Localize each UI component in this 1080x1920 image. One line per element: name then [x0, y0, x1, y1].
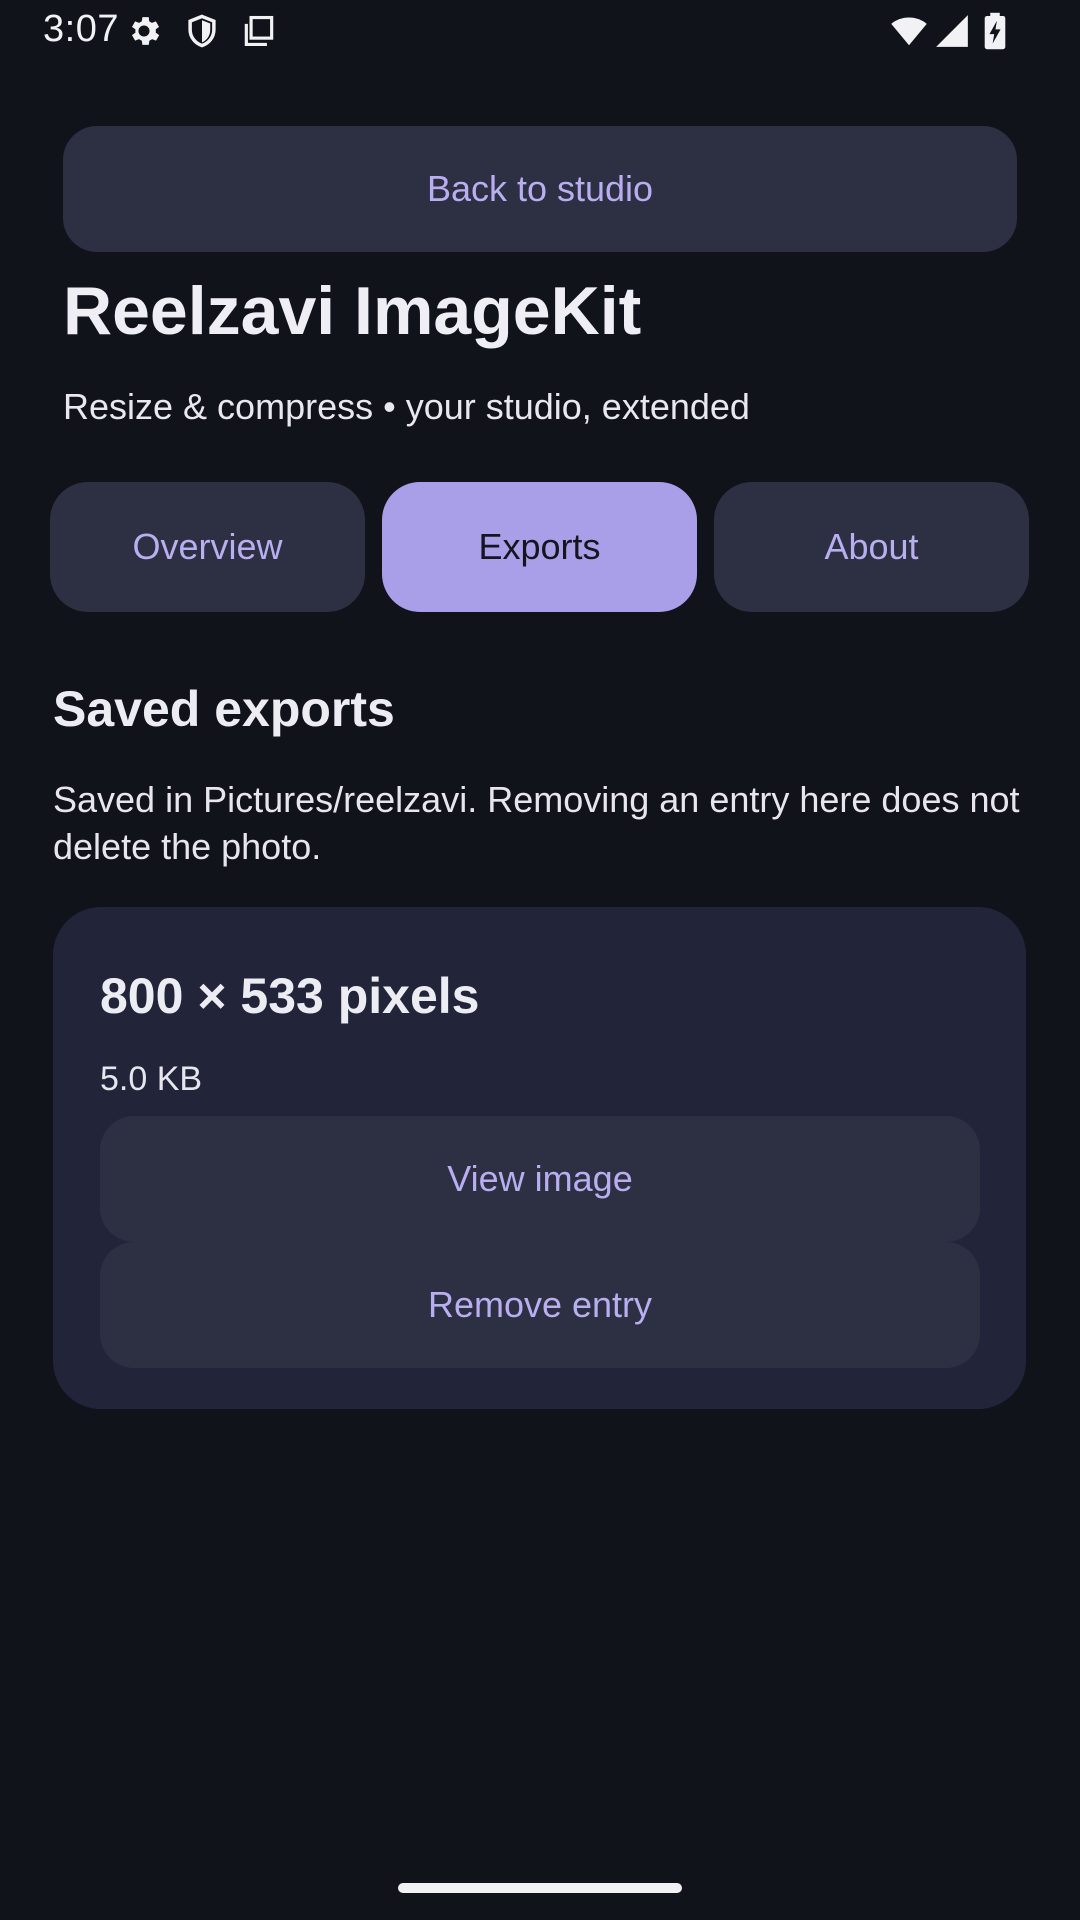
wifi-icon [888, 12, 930, 50]
shield-icon [183, 12, 221, 50]
page-subtitle: Resize & compress • your studio, extende… [63, 386, 750, 427]
signal-icon [933, 12, 971, 50]
copy-icon [240, 12, 278, 50]
battery-charging-icon [979, 12, 1011, 50]
tab-overview[interactable]: Overview [50, 482, 365, 612]
tab-about[interactable]: About [714, 482, 1029, 612]
remove-entry-button[interactable]: Remove entry [100, 1242, 980, 1368]
section-title: Saved exports [53, 681, 395, 737]
export-dimensions: 800 × 533 pixels [100, 968, 480, 1024]
tab-exports[interactable]: Exports [382, 482, 697, 612]
status-bar: 3:07 [0, 0, 1080, 62]
export-file-size: 5.0 KB [100, 1060, 203, 1098]
export-card: 800 × 533 pixels 5.0 KB View image Remov… [53, 907, 1026, 1409]
section-description: Saved in Pictures/reelzavi. Removing an … [53, 779, 1020, 867]
back-to-studio-button[interactable]: Back to studio [63, 126, 1017, 252]
view-image-button[interactable]: View image [100, 1116, 980, 1242]
status-time: 3:07 [43, 8, 119, 50]
gear-icon [125, 12, 163, 50]
page-title: Reelzavi ImageKit [63, 273, 642, 349]
home-indicator[interactable] [398, 1883, 682, 1893]
